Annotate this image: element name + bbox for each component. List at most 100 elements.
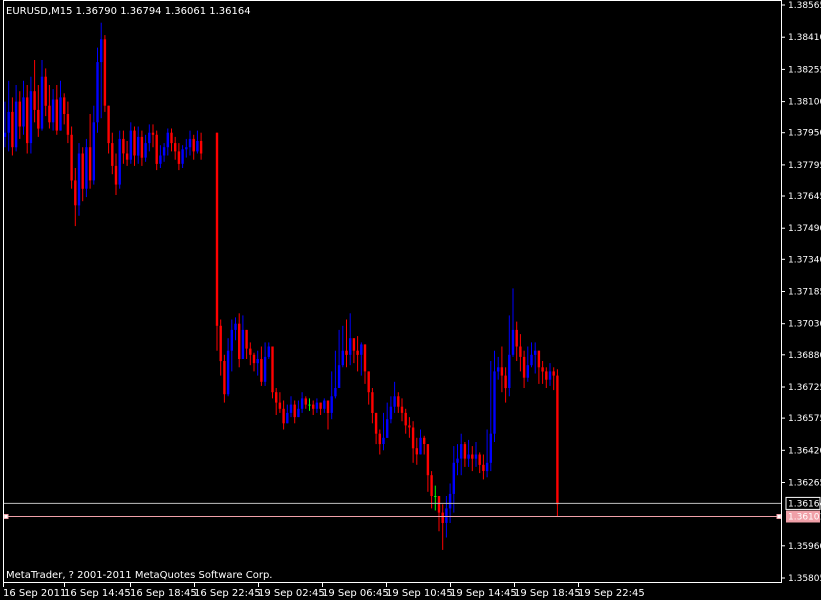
candle-body <box>33 91 36 110</box>
candle-body <box>419 437 422 455</box>
candle-body <box>282 408 285 424</box>
candle-body <box>230 329 233 351</box>
price-chart[interactable]: 1.38565 1.38410 1.38255 1.38100 1.37950 1.377… <box>0 0 821 600</box>
y-tick-label: 1.35805 <box>788 574 821 584</box>
candle-body <box>129 130 132 160</box>
candle-body <box>500 367 504 376</box>
candle-body <box>437 496 441 513</box>
candle <box>103 35 107 112</box>
candle-body <box>122 138 125 154</box>
candle-body <box>304 398 307 405</box>
candle-body <box>66 114 70 135</box>
candle-body <box>252 354 256 364</box>
candle-body <box>103 39 107 106</box>
candle-body <box>223 361 226 395</box>
candle-body <box>467 454 470 459</box>
x-tick-label: 16 Sep 14:45 <box>64 588 131 599</box>
candle-body <box>408 425 411 428</box>
candle-body <box>489 433 492 463</box>
ask-line-left-handle[interactable] <box>3 514 9 519</box>
candle-body <box>271 346 274 393</box>
candle-body <box>51 99 55 123</box>
copyright-label: MetaTrader, ? 2001-2011 MetaQuotes Softw… <box>6 570 272 581</box>
x-tick-label: 19 Sep 22:45 <box>578 588 645 599</box>
candle-body <box>471 454 474 459</box>
candle-body <box>275 392 278 403</box>
candle-body <box>378 433 381 445</box>
candle-body <box>192 138 195 152</box>
y-tick-label: 1.38100 <box>788 98 821 108</box>
y-tick-label: 1.38410 <box>788 33 821 43</box>
y-tick-label: 1.37030 <box>788 320 821 330</box>
candle-body <box>241 329 245 359</box>
candle-body <box>188 138 192 148</box>
candle-body <box>511 329 515 355</box>
y-tick-label: 1.36265 <box>788 479 821 489</box>
candle-body <box>530 354 533 366</box>
candle <box>215 132 219 351</box>
candle-body <box>537 350 541 368</box>
candle-body <box>345 350 348 355</box>
x-tick-label: 19 Sep 14:45 <box>450 588 517 599</box>
candle-body <box>389 406 393 420</box>
y-tick-label: 1.36880 <box>788 351 821 361</box>
candle-body <box>249 348 252 355</box>
y-tick-label: 1.37795 <box>788 161 821 171</box>
candle-body <box>448 493 452 509</box>
x-tick-label: 16 Sep 22:45 <box>194 588 261 599</box>
y-tick-label: 1.36420 <box>788 446 821 456</box>
x-tick-label: 19 Sep 06:45 <box>322 588 389 599</box>
candle-body <box>166 132 169 148</box>
candle-body <box>548 371 552 380</box>
candle-body <box>334 388 337 397</box>
candle-body <box>140 136 144 158</box>
candle-body <box>137 136 140 156</box>
candle-body <box>404 412 407 426</box>
candle-body <box>107 105 110 144</box>
candle-body <box>40 76 44 129</box>
candle-body <box>289 404 293 413</box>
candle-body <box>474 454 478 459</box>
candle-body <box>14 101 18 148</box>
candle-body <box>556 375 559 505</box>
candle-body <box>77 153 81 206</box>
candle-body <box>238 323 241 359</box>
y-tick-label: 1.37185 <box>788 288 821 298</box>
candle-body <box>215 132 219 326</box>
candle-body <box>463 444 467 459</box>
candle <box>118 130 121 189</box>
candle-body <box>22 97 25 127</box>
candle-body <box>434 496 437 497</box>
candle-body <box>326 400 330 413</box>
candle-body <box>297 408 300 418</box>
candle-body <box>234 323 237 330</box>
candle-body <box>352 338 356 351</box>
candle-body <box>245 329 248 349</box>
candle-body <box>85 147 88 189</box>
candle-body <box>55 99 58 131</box>
ask-price-label: 1.36101 <box>788 513 821 523</box>
candle-body <box>360 344 363 355</box>
chart-title: EURUSD,M15 1.36790 1.36794 1.36061 1.361… <box>6 6 251 17</box>
candle-body <box>367 371 370 393</box>
candle-body <box>74 180 77 206</box>
y-tick-label: 1.37950 <box>788 129 821 139</box>
candle <box>271 346 274 399</box>
candle-body <box>260 359 263 382</box>
candle-body <box>26 97 29 144</box>
candle-body <box>319 402 322 409</box>
candle-body <box>411 427 415 449</box>
candle-body <box>267 346 270 357</box>
candle-body <box>111 143 114 166</box>
x-tick-label: 19 Sep 18:45 <box>514 588 581 599</box>
candle-body <box>430 475 433 496</box>
candle <box>70 126 73 189</box>
candle-body <box>485 462 489 472</box>
ask-line-right-handle[interactable] <box>776 514 782 519</box>
y-tick-label: 1.37645 <box>788 192 821 202</box>
candle-body <box>286 412 289 424</box>
y-tick-label: 1.38255 <box>788 65 821 75</box>
candle-body <box>545 371 548 380</box>
candle-body <box>300 398 304 409</box>
x-tick-label: 16 Sep 2011 <box>3 588 66 599</box>
